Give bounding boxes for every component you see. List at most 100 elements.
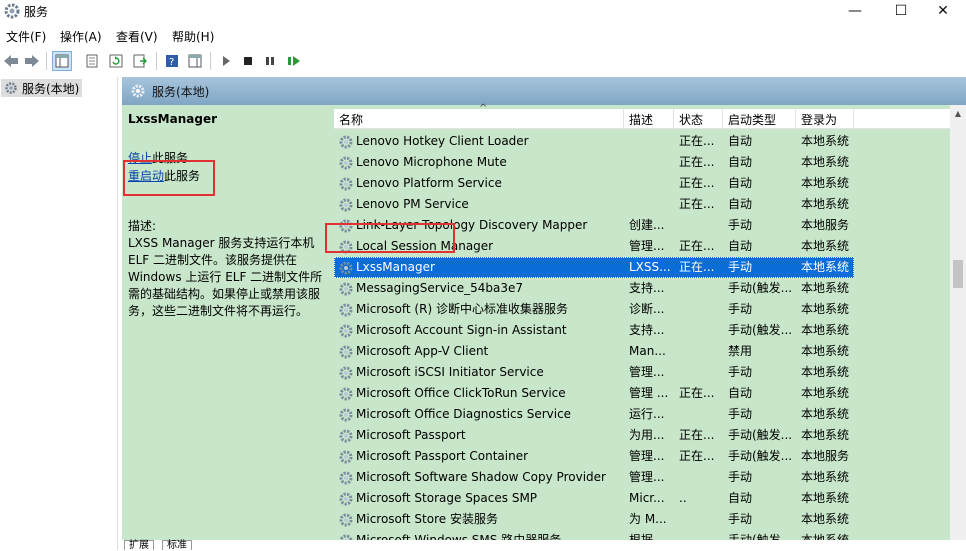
table-row[interactable]: Microsoft Account Sign-in Assistant 支持...… — [334, 320, 960, 341]
service-gear-icon — [339, 303, 353, 317]
cell-logon-as: 本地系统 — [801, 407, 850, 421]
cell-logon-as: 本地服务 — [801, 218, 850, 232]
cell-startup-type: 手动 — [728, 302, 753, 316]
scroll-up-icon[interactable]: ▲ — [950, 105, 966, 121]
table-row[interactable]: Microsoft Office Diagnostics Service 运行..… — [334, 404, 960, 425]
column-startup-type[interactable]: 启动类型 — [723, 109, 796, 129]
services-gear-icon — [4, 3, 20, 19]
column-logon-as[interactable]: 登录为 — [796, 109, 854, 129]
cell-name: Microsoft Passport Container — [356, 449, 529, 463]
cell-status: .. — [679, 491, 687, 505]
restart-service-icon[interactable] — [284, 51, 304, 71]
table-row[interactable]: LxssManager LXSS... 正在... 手动 本地系统 — [334, 257, 960, 278]
maximize-button[interactable]: ☐ — [878, 0, 924, 22]
column-header-row: ^ 名称 描述 状态 启动类型 登录为 — [334, 103, 960, 129]
table-row[interactable]: Microsoft App-V Client Man... 禁用 本地系统 — [334, 341, 960, 362]
table-row[interactable]: Lenovo Platform Service 正在... 自动 本地系统 — [334, 173, 960, 194]
cell-description: 为 M... — [629, 512, 667, 526]
cell-description: 管理... — [629, 470, 665, 484]
cell-logon-as: 本地系统 — [801, 239, 850, 253]
table-row[interactable]: Microsoft iSCSI Initiator Service 管理... 手动… — [334, 362, 960, 383]
extended-description-pane: LxssManager 停止此服务 重启动此服务 描述: LXSS Manage… — [122, 105, 332, 545]
annotation-highlight-box — [325, 223, 455, 253]
cell-description: 创建... — [629, 218, 665, 232]
refresh-icon[interactable] — [106, 51, 126, 71]
cell-status — [679, 299, 723, 320]
cell-description — [629, 173, 674, 194]
cell-name: Lenovo Platform Service — [356, 176, 502, 190]
title-bar: 服务 — ☐ ✕ — [0, 0, 966, 24]
back-arrow-icon[interactable] — [1, 51, 21, 71]
cell-description — [629, 131, 674, 152]
cell-logon-as: 本地系统 — [801, 197, 850, 211]
service-gear-icon — [339, 429, 353, 443]
cell-description: 管理 ... — [629, 386, 669, 400]
table-row[interactable]: Lenovo Hotkey Client Loader 正在... 自动 本地系统 — [334, 131, 960, 152]
cell-name: Microsoft Office ClickToRun Service — [356, 386, 566, 400]
table-row[interactable]: MessagingService_54ba3e7 支持... 手动(触发... 本地系… — [334, 278, 960, 299]
panel-header: 服务(本地) — [122, 77, 966, 105]
menu-help[interactable]: 帮助(H) — [172, 28, 214, 45]
cell-description: 支持... — [629, 281, 665, 295]
table-row[interactable]: Microsoft Passport 为用... 正在... 手动(触发... 本地系统 — [334, 425, 960, 446]
help-icon[interactable]: ? — [162, 51, 182, 71]
menu-view[interactable]: 查看(V) — [116, 28, 158, 45]
tree-item-services-local[interactable]: 服务(本地) — [1, 79, 83, 97]
forward-arrow-icon[interactable] — [22, 51, 42, 71]
cell-name: Microsoft Passport — [356, 428, 466, 442]
table-row[interactable]: Microsoft Passport Container 管理... 正在... 手动… — [334, 446, 960, 467]
description-text: LXSS Manager 服务支持运行本机 ELF 二进制文件。该服务提供在 W… — [128, 236, 323, 318]
service-gear-icon — [339, 492, 353, 506]
stop-service-icon[interactable] — [238, 51, 258, 71]
cell-status: 正在... — [679, 176, 715, 190]
minimize-button[interactable]: — — [832, 0, 878, 22]
table-row[interactable]: Microsoft (R) 诊断中心标准收集器服务 诊断... 手动 本地系统 — [334, 299, 960, 320]
cell-logon-as: 本地系统 — [801, 386, 850, 400]
cell-status — [679, 278, 723, 299]
cell-logon-as: 本地系统 — [801, 470, 850, 484]
service-gear-icon — [339, 345, 353, 359]
cell-description: LXSS... — [629, 260, 671, 274]
show-hide-action-pane-icon[interactable] — [185, 51, 205, 71]
table-row[interactable]: Microsoft Software Shadow Copy Provider 管… — [334, 467, 960, 488]
cell-description: 运行... — [629, 407, 665, 421]
service-gear-icon — [339, 324, 353, 338]
vertical-scrollbar[interactable]: ▲ — [950, 105, 966, 545]
service-gear-icon — [339, 471, 353, 485]
column-description[interactable]: 描述 — [624, 109, 674, 129]
cell-startup-type: 自动 — [728, 386, 753, 400]
table-row[interactable]: Microsoft Office ClickToRun Service 管理 ..… — [334, 383, 960, 404]
table-row[interactable]: Lenovo PM Service 正在... 自动 本地系统 — [334, 194, 960, 215]
menu-file[interactable]: 文件(F) — [6, 28, 46, 45]
cell-status: 正在... — [679, 134, 715, 148]
menu-action[interactable]: 操作(A) — [60, 28, 102, 45]
cell-startup-type: 自动 — [728, 176, 753, 190]
cell-name: Microsoft Account Sign-in Assistant — [356, 323, 567, 337]
cell-description: Micr... — [629, 491, 665, 505]
cell-name: Lenovo PM Service — [356, 197, 469, 211]
pause-service-icon[interactable] — [260, 51, 280, 71]
cell-logon-as: 本地系统 — [801, 344, 850, 358]
tab-extended[interactable]: 扩展 — [124, 540, 154, 551]
cell-status: 正在... — [679, 197, 715, 211]
scrollbar-thumb[interactable] — [953, 260, 963, 288]
service-gear-icon — [339, 198, 353, 212]
start-service-icon[interactable] — [216, 51, 236, 71]
cell-status: 正在... — [679, 260, 715, 274]
column-status[interactable]: 状态 — [674, 109, 723, 129]
table-row[interactable]: Microsoft Storage Spaces SMP Micr..... 自动 本… — [334, 488, 960, 509]
export-list-icon[interactable] — [130, 51, 150, 71]
properties-sheet-icon[interactable] — [82, 51, 102, 71]
services-gear-icon — [5, 82, 17, 94]
cell-name: Microsoft Software Shadow Copy Provider — [356, 470, 606, 484]
console-tree-icon[interactable] — [52, 51, 72, 71]
cell-startup-type: 手动 — [728, 407, 753, 421]
table-row[interactable]: Lenovo Microphone Mute 正在... 自动 本地系统 — [334, 152, 960, 173]
cell-logon-as: 本地系统 — [801, 155, 850, 169]
tab-standard[interactable]: 标准 — [162, 540, 192, 551]
close-button[interactable]: ✕ — [920, 0, 966, 22]
cell-startup-type: 自动 — [728, 134, 753, 148]
table-row[interactable]: Microsoft Store 安装服务 为 M... 手动 本地系统 — [334, 509, 960, 530]
column-name[interactable]: 名称 — [334, 109, 624, 129]
tree-item-label: 服务(本地) — [22, 81, 80, 96]
